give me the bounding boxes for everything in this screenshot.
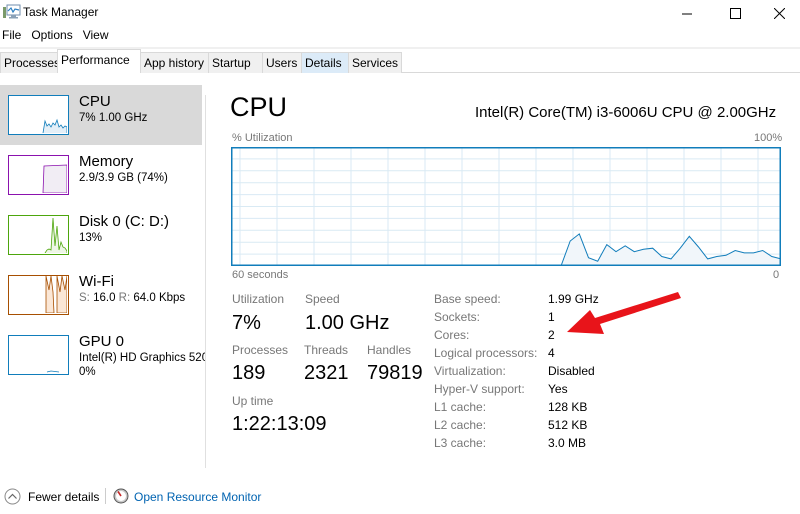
utilization-value: 7% <box>232 312 261 334</box>
sidebar-item-disk[interactable]: Disk 0 (C: D:) 13% <box>0 205 202 265</box>
detail-label: Sockets: <box>434 310 481 324</box>
fewer-details-button[interactable]: Fewer details <box>28 490 99 504</box>
tab-processes[interactable]: Processes <box>0 52 60 73</box>
menu-options[interactable]: Options <box>29 28 76 46</box>
task-manager-icon <box>3 4 21 19</box>
uptime-label: Up time <box>232 394 274 408</box>
cpu-thumbnail-graph <box>8 95 69 135</box>
minimize-button[interactable] <box>664 0 710 26</box>
graph-x-left-label: 60 seconds <box>232 269 289 281</box>
wifi-thumbnail-graph <box>8 275 69 315</box>
tab-users[interactable]: Users <box>262 52 302 73</box>
detail-value: Disabled <box>548 364 595 378</box>
graph-x-right-label: 0 <box>773 269 780 281</box>
sidebar-item-title: GPU 0 <box>79 333 125 350</box>
close-button[interactable] <box>756 0 800 26</box>
menu-view[interactable]: View <box>81 28 113 46</box>
disk-thumbnail-graph <box>8 215 69 255</box>
sidebar-item-subtitle: 2.9/3.9 GB (74%) <box>79 172 168 184</box>
handles-value: 79819 <box>367 362 423 384</box>
sidebar-item-title: Memory <box>79 153 134 170</box>
red-arrow-annotation <box>567 292 681 334</box>
menu-file[interactable]: File <box>0 28 25 46</box>
tab-startup[interactable]: Startup <box>208 52 263 73</box>
detail-value: 4 <box>548 346 555 360</box>
tab-app-history[interactable]: App history <box>140 52 209 73</box>
utilization-label: Utilization <box>232 292 285 306</box>
sidebar-item-title: Wi-Fi <box>79 273 114 290</box>
detail-value: 1 <box>548 310 555 324</box>
sidebar-item-usage: 0% <box>79 366 96 378</box>
tab-performance[interactable]: Performance <box>57 49 141 73</box>
threads-label: Threads <box>304 343 349 357</box>
detail-label: L2 cache: <box>434 418 487 432</box>
detail-value: 2 <box>548 328 555 342</box>
gpu-thumbnail-graph <box>8 335 69 375</box>
detail-value: Yes <box>548 382 568 396</box>
detail-label: Logical processors: <box>434 346 538 360</box>
sidebar-item-wifi[interactable]: Wi-Fi S: 16.0 R: 64.0 Kbps <box>0 265 202 325</box>
receive-label: R: <box>118 292 131 304</box>
detail-label: Hyper-V support: <box>434 382 525 396</box>
speed-value: 1.00 GHz <box>305 312 390 334</box>
footer-separator <box>105 488 106 504</box>
receive-value: 64.0 Kbps <box>133 292 186 304</box>
cpu-utilization-graph <box>231 147 781 266</box>
detail-label: L1 cache: <box>434 400 487 414</box>
sidebar-item-cpu[interactable]: CPU 7% 1.00 GHz <box>0 85 202 145</box>
minimize-icon <box>681 13 692 14</box>
sidebar-item-subtitle: 7% 1.00 GHz <box>79 112 148 124</box>
sidebar-item-gpu[interactable]: GPU 0 Intel(R) HD Graphics 520 0% <box>0 325 205 385</box>
send-label: S: <box>79 292 90 304</box>
sidebar-divider <box>205 95 206 468</box>
sidebar-item-title: Disk 0 (C: D:) <box>79 213 169 230</box>
graph-y-max-label: 100% <box>754 132 783 144</box>
sidebar-item-subtitle: 13% <box>79 232 103 244</box>
processes-value: 189 <box>232 362 266 384</box>
sidebar-item-subtitle: Intel(R) HD Graphics 520 <box>79 352 205 364</box>
cpu-model-name: Intel(R) Core(TM) i3-6006U CPU @ 2.00GHz <box>475 104 777 121</box>
detail-label: Virtualization: <box>434 364 506 378</box>
tab-services[interactable]: Services <box>348 52 402 73</box>
uptime-value: 1:22:13:09 <box>232 413 327 435</box>
sidebar-item-title: CPU <box>79 93 111 110</box>
detail-value: 3.0 MB <box>548 436 587 450</box>
title-bar: Task Manager <box>0 0 800 26</box>
send-value: 16.0 <box>93 292 116 304</box>
graph-y-label: % Utilization <box>232 132 293 144</box>
memory-thumbnail-graph <box>8 155 69 195</box>
handles-label: Handles <box>367 343 412 357</box>
maximize-icon <box>729 7 741 19</box>
threads-value: 2321 <box>304 362 349 384</box>
graph-area-fill <box>561 233 781 266</box>
detail-label: L3 cache: <box>434 436 487 450</box>
detail-value: 512 KB <box>548 418 588 432</box>
open-resource-monitor-link[interactable]: Open Resource Monitor <box>134 490 261 504</box>
sidebar-item-memory[interactable]: Memory 2.9/3.9 GB (74%) <box>0 145 202 205</box>
detail-label: Cores: <box>434 328 470 342</box>
detail-value: 128 KB <box>548 400 588 414</box>
page-title: CPU <box>230 92 288 122</box>
speed-label: Speed <box>305 292 340 306</box>
window-title: Task Manager <box>23 5 99 19</box>
maximize-button[interactable] <box>712 0 758 26</box>
menu-bar: File Options View <box>0 28 117 46</box>
sidebar-item-subtitle: S: 16.0 R: 64.0 Kbps <box>79 292 185 304</box>
tab-details[interactable]: Details <box>301 52 349 73</box>
close-icon <box>773 7 785 19</box>
resource-monitor-icon <box>113 488 129 504</box>
processes-label: Processes <box>232 343 289 357</box>
chevron-up-circle-icon[interactable] <box>4 488 21 505</box>
detail-label: Base speed: <box>434 292 501 306</box>
